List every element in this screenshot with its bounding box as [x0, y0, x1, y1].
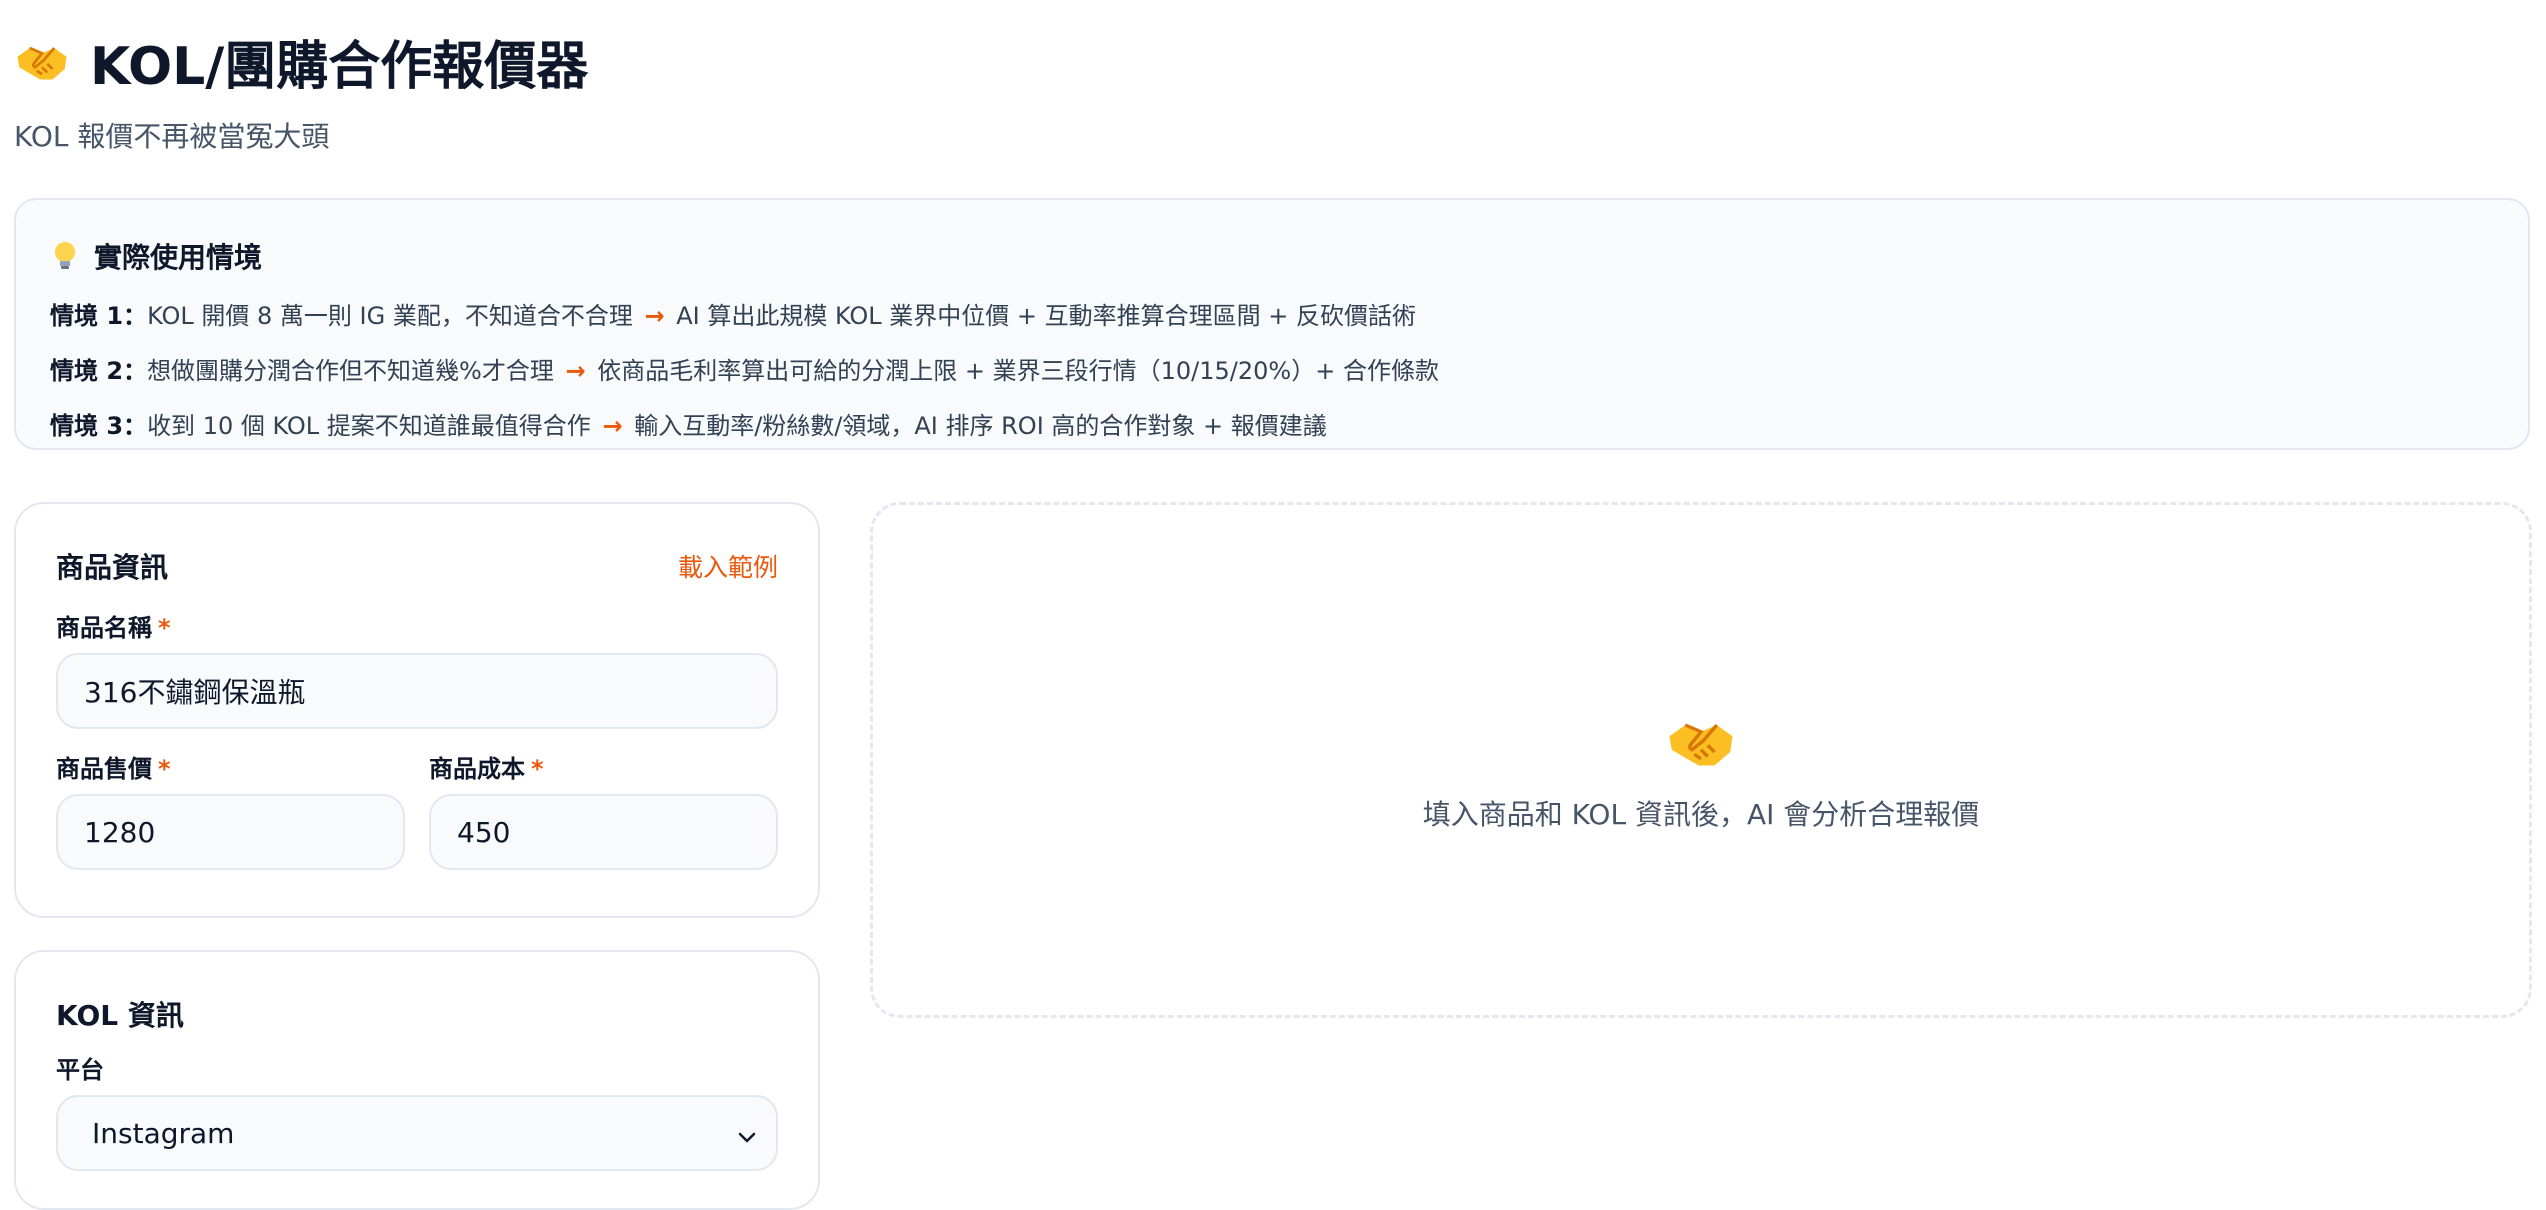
platform-label: 平台 — [56, 1050, 778, 1085]
load-example-button[interactable]: 載入範例 — [678, 548, 778, 584]
scenario-item-1: 情境 1：KOL 開價 8 萬一則 IG 業配，不知道合不合理 → AI 算出此… — [50, 296, 2494, 331]
price-input[interactable]: 1280 — [56, 794, 405, 870]
select-value: Instagram — [92, 1116, 235, 1150]
required-mark: * — [158, 614, 171, 642]
card-header: 商品資訊 載入範例 — [56, 544, 778, 588]
page-subtitle: KOL 報價不再被當冤大頭 — [14, 120, 330, 153]
input-value: 1280 — [84, 815, 156, 849]
label-text: 商品名稱 — [56, 614, 152, 642]
page-header: KOL/團購合作報價器 KOL 報價不再被當冤大頭 — [14, 24, 588, 155]
required-mark: * — [158, 755, 171, 783]
handshake-icon — [14, 34, 70, 90]
arrow-icon: → — [565, 357, 586, 385]
price-cost-row: 商品售價 * 1280 商品成本 * 450 — [56, 729, 778, 870]
product-name-input[interactable]: 316不鏽鋼保溫瓶 — [56, 653, 778, 729]
price-field: 商品售價 * 1280 — [56, 729, 405, 870]
scenario-problem: 收到 10 個 KOL 提案不知道誰最值得合作 — [147, 412, 591, 440]
product-info-card: 商品資訊 載入範例 商品名稱 * 316不鏽鋼保溫瓶 商品售價 * 1280 商品成… — [14, 502, 820, 918]
page-title: KOL/團購合作報價器 — [90, 37, 589, 97]
scenario-label: 情境 1： — [50, 302, 148, 330]
chevron-down-icon — [736, 1122, 758, 1144]
scenario-label: 情境 2： — [50, 357, 148, 385]
input-value: 450 — [457, 815, 511, 849]
card-header: KOL 資訊 — [56, 992, 778, 1036]
label-text: 商品售價 — [56, 755, 152, 783]
platform-select[interactable]: Instagram — [56, 1095, 778, 1171]
cost-label: 商品成本 * — [429, 749, 778, 784]
scenario-item-3: 情境 3：收到 10 個 KOL 提案不知道誰最值得合作 → 輸入互動率/粉絲數… — [50, 406, 2494, 441]
arrow-icon: → — [602, 412, 623, 440]
scenario-problem: 想做團購分潤合作但不知道幾%才合理 — [147, 357, 554, 385]
product-name-label: 商品名稱 * — [56, 608, 778, 643]
cost-input[interactable]: 450 — [429, 794, 778, 870]
result-panel: 填入商品和 KOL 資訊後，AI 會分析合理報價 — [870, 502, 2532, 1018]
label-text: 平台 — [56, 1056, 104, 1084]
scenario-label: 情境 3： — [50, 412, 148, 440]
input-value: 316不鏽鋼保溫瓶 — [84, 676, 306, 709]
arrow-icon: → — [644, 302, 665, 330]
kol-info-card: KOL 資訊 平台 Instagram — [14, 950, 820, 1210]
scenario-heading: 實際使用情境 — [50, 236, 2494, 276]
card-title: KOL 資訊 — [56, 999, 184, 1032]
card-title: 商品資訊 — [56, 551, 169, 584]
scenario-box: 實際使用情境 情境 1：KOL 開價 8 萬一則 IG 業配，不知道合不合理 →… — [14, 198, 2530, 450]
price-label: 商品售價 * — [56, 749, 405, 784]
title-row: KOL/團購合作報價器 — [14, 24, 588, 99]
handshake-icon — [1665, 707, 1737, 779]
result-placeholder-text: 填入商品和 KOL 資訊後，AI 會分析合理報價 — [1422, 798, 1980, 831]
scenario-item-2: 情境 2：想做團購分潤合作但不知道幾%才合理 → 依商品毛利率算出可給的分潤上限… — [50, 351, 2494, 386]
required-mark: * — [531, 755, 544, 783]
cost-field: 商品成本 * 450 — [429, 729, 778, 870]
scenario-heading-text: 實際使用情境 — [94, 241, 263, 274]
label-text: 商品成本 — [429, 755, 525, 783]
scenario-solution: 依商品毛利率算出可給的分潤上限 + 業界三段行情（10/15/20%）+ 合作條… — [597, 357, 1439, 385]
scenario-solution: 輸入互動率/粉絲數/領域，AI 排序 ROI 高的合作對象 + 報價建議 — [634, 412, 1327, 440]
lightbulb-icon — [50, 241, 80, 271]
scenario-solution: AI 算出此規模 KOL 業界中位價 + 互動率推算合理區間 + 反砍價話術 — [676, 302, 1417, 330]
scenario-problem: KOL 開價 8 萬一則 IG 業配，不知道合不合理 — [147, 302, 633, 330]
